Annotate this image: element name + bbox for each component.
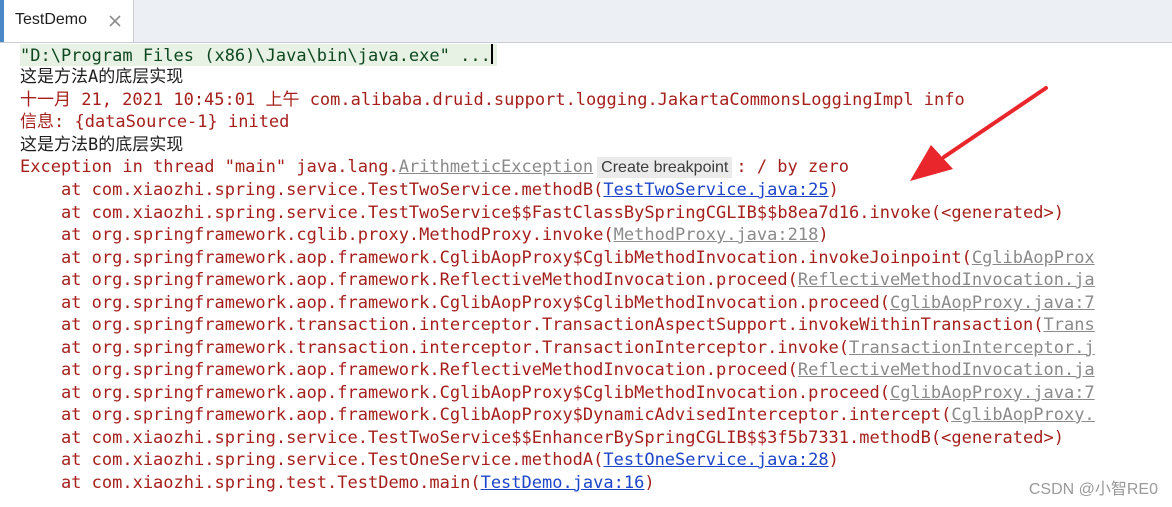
source-file-link[interactable]: ReflectiveMethodInvocation.ja [798, 360, 1095, 380]
stack-frame-line: at org.springframework.transaction.inter… [20, 314, 1095, 336]
stack-frame-line: at org.springframework.transaction.inter… [20, 337, 1095, 359]
source-file-link[interactable]: Trans [1044, 315, 1095, 335]
stack-frame-line: at org.springframework.cglib.proxy.Metho… [20, 224, 829, 246]
exception-message: : / by zero [736, 157, 849, 177]
stack-frame-line: at com.xiaozhi.spring.test.TestDemo.main… [20, 472, 655, 494]
exception-prefix: Exception in thread "main" java.lang. [20, 157, 399, 177]
stack-frame-text: at org.springframework.aop.framework.Cgl… [20, 247, 972, 268]
source-file-link[interactable]: MethodProxy.java:218 [614, 225, 819, 245]
stack-frame-text: at org.springframework.aop.framework.Cgl… [20, 405, 952, 425]
close-icon[interactable] [106, 12, 124, 30]
source-file-link[interactable]: CglibAopProxy.java:7 [890, 293, 1095, 313]
command-text: "D:\Program Files (x86)\Java\bin\java.ex… [20, 46, 491, 66]
stack-frame-line: at org.springframework.aop.framework.Cgl… [20, 292, 1095, 314]
exception-class-link[interactable]: ArithmeticException [399, 157, 593, 177]
stack-frame-text: at org.springframework.aop.framework.Cgl… [20, 382, 890, 403]
source-file-link[interactable]: CglibAopProxy.java:7 [890, 383, 1095, 403]
stack-frame-text: at org.springframework.transaction.inter… [20, 337, 850, 358]
stack-frame-text: at com.xiaozhi.spring.service.TestTwoSer… [20, 427, 1064, 448]
stack-frame-suffix: ) [644, 472, 655, 493]
stack-frame-line: at org.springframework.aop.framework.Ref… [20, 269, 1095, 291]
stack-frame-suffix: ) [828, 450, 839, 470]
source-file-link[interactable]: TransactionInterceptor.j [849, 338, 1095, 358]
stack-frame-line: at org.springframework.aop.framework.Ref… [20, 359, 1095, 381]
source-file-link[interactable]: ReflectiveMethodInvocation.ja [798, 270, 1095, 290]
watermark: CSDN @小智RE0 [1028, 481, 1158, 498]
stack-frame-line: at com.xiaozhi.spring.service.TestTwoSer… [20, 427, 1064, 449]
text-caret [490, 44, 493, 64]
stack-frame-suffix: ) [828, 180, 839, 200]
info-line: 信息: {dataSource-1} inited [20, 112, 290, 132]
log-line: 十一月 21, 2021 10:45:01 上午 com.alibaba.dru… [20, 90, 965, 110]
stack-frame-text: at org.springframework.aop.framework.Ref… [20, 270, 798, 290]
stdout-line-b: 这是方法B的底层实现 [20, 135, 184, 155]
stack-frame-suffix: ) [818, 225, 829, 245]
console-output[interactable]: "D:\Program Files (x86)\Java\bin\java.ex… [0, 43, 1172, 507]
stack-frame-line: at com.xiaozhi.spring.service.TestTwoSer… [20, 179, 839, 201]
source-file-link[interactable]: TestTwoService.java:25 [603, 180, 828, 200]
stack-frame-line: at org.springframework.aop.framework.Cgl… [20, 382, 1095, 404]
source-file-link[interactable]: CglibAopProx [972, 248, 1095, 268]
tab-label: TestDemo [15, 11, 88, 28]
active-tab-indicator [0, 0, 4, 42]
editor-tab-bar: TestDemo [0, 0, 1172, 43]
stack-frame-line: at com.xiaozhi.spring.service.TestOneSer… [20, 449, 839, 471]
stack-frame-line: at org.springframework.aop.framework.Cgl… [20, 247, 1095, 269]
stack-frame-line: at com.xiaozhi.spring.service.TestTwoSer… [20, 202, 1064, 224]
stack-frame-text: at com.xiaozhi.spring.test.TestDemo.main… [20, 472, 481, 493]
stack-frame-text: at com.xiaozhi.spring.service.TestTwoSer… [20, 180, 604, 200]
stack-frame-text: at org.springframework.cglib.proxy.Metho… [20, 225, 614, 245]
source-file-link[interactable]: TestOneService.java:28 [603, 450, 828, 470]
stack-frame-text: at com.xiaozhi.spring.service.TestOneSer… [20, 450, 604, 470]
stdout-line-a: 这是方法A的底层实现 [20, 67, 184, 87]
stack-frame-text: at org.springframework.aop.framework.Ref… [20, 360, 798, 380]
stack-frame-text: at org.springframework.transaction.inter… [20, 315, 1044, 335]
stack-frame-text: at com.xiaozhi.spring.service.TestTwoSer… [20, 202, 1064, 223]
source-file-link[interactable]: CglibAopProxy. [951, 405, 1094, 425]
exception-line: Exception in thread "main" java.lang.Ari… [20, 156, 849, 178]
source-file-link[interactable]: TestDemo.java:16 [481, 473, 645, 493]
create-breakpoint-hint[interactable]: Create breakpoint [597, 157, 733, 178]
tab-testdemo[interactable]: TestDemo [0, 0, 134, 42]
command-line: "D:\Program Files (x86)\Java\bin\java.ex… [20, 44, 497, 66]
stack-frame-line: at org.springframework.aop.framework.Cgl… [20, 404, 1095, 426]
stack-frame-text: at org.springframework.aop.framework.Cgl… [20, 292, 890, 313]
